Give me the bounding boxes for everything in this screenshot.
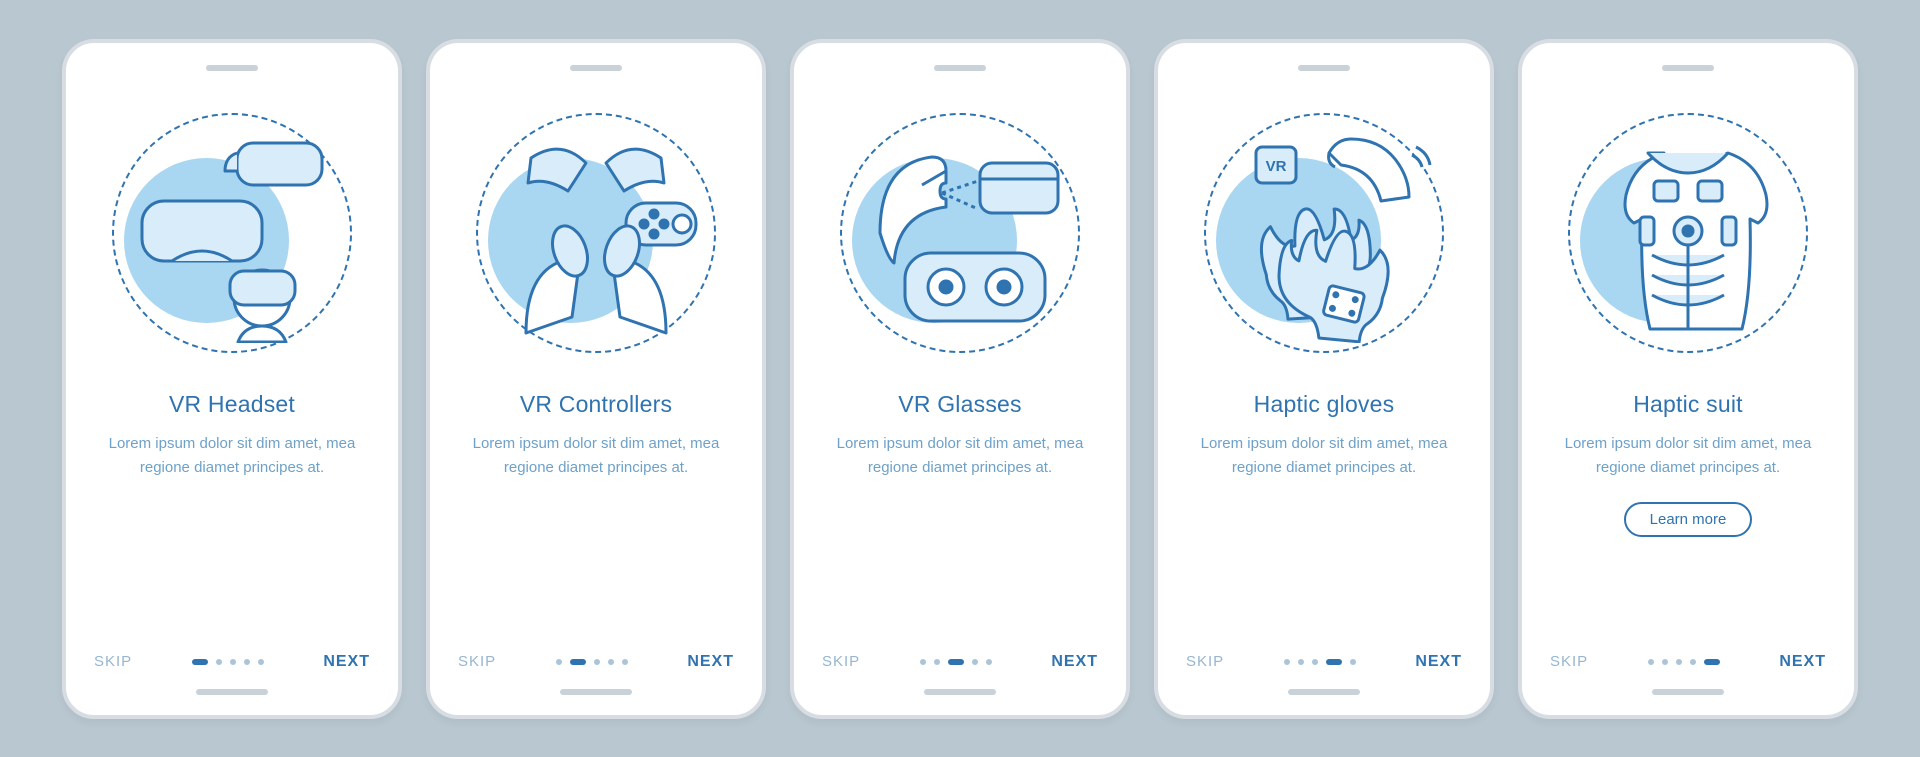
screen-description: Lorem ipsum dolor sit dim amet, mea regi… — [94, 432, 370, 480]
screen-title: VR Glasses — [898, 391, 1021, 418]
onboarding-screen-vr-controllers: VR Controllers Lorem ipsum dolor sit dim… — [426, 39, 766, 719]
onboarding-footer: SKIP NEXT — [822, 653, 1098, 671]
vr-headset-icon — [102, 103, 362, 363]
onboarding-footer: SKIP NEXT — [1186, 653, 1462, 671]
next-button[interactable]: NEXT — [323, 653, 370, 671]
haptic-suit-icon — [1558, 103, 1818, 363]
onboarding-footer: SKIP NEXT — [94, 653, 370, 671]
onboarding-footer: SKIP NEXT — [1550, 653, 1826, 671]
pagination-dots[interactable] — [1648, 659, 1720, 665]
screen-description: Lorem ipsum dolor sit dim amet, mea regi… — [1550, 432, 1826, 480]
screen-title: VR Controllers — [520, 391, 672, 418]
pagination-dots[interactable] — [1284, 659, 1356, 665]
screen-title: VR Headset — [169, 391, 295, 418]
phone-home-indicator — [196, 689, 268, 695]
skip-button[interactable]: SKIP — [1186, 653, 1224, 670]
skip-button[interactable]: SKIP — [94, 653, 132, 670]
pagination-dots[interactable] — [192, 659, 264, 665]
vr-controllers-icon — [466, 103, 726, 363]
phone-speaker — [1298, 65, 1350, 71]
skip-button[interactable]: SKIP — [1550, 653, 1588, 670]
learn-more-button[interactable]: Learn more — [1624, 502, 1753, 537]
skip-button[interactable]: SKIP — [458, 653, 496, 670]
next-button[interactable]: NEXT — [687, 653, 734, 671]
phone-home-indicator — [560, 689, 632, 695]
next-button[interactable]: NEXT — [1779, 653, 1826, 671]
onboarding-footer: SKIP NEXT — [458, 653, 734, 671]
skip-button[interactable]: SKIP — [822, 653, 860, 670]
vr-glasses-icon — [830, 103, 1090, 363]
svg-text:VR: VR — [1266, 158, 1287, 175]
onboarding-screen-vr-glasses: VR Glasses Lorem ipsum dolor sit dim ame… — [790, 39, 1130, 719]
screen-description: Lorem ipsum dolor sit dim amet, mea regi… — [458, 432, 734, 480]
haptic-gloves-icon: VR — [1194, 103, 1454, 363]
phone-speaker — [934, 65, 986, 71]
screen-title: Haptic suit — [1633, 391, 1743, 418]
phone-speaker — [570, 65, 622, 71]
phone-home-indicator — [924, 689, 996, 695]
phone-home-indicator — [1652, 689, 1724, 695]
onboarding-screen-haptic-gloves: VR Haptic gloves Lore — [1154, 39, 1494, 719]
pagination-dots[interactable] — [556, 659, 628, 665]
phone-home-indicator — [1288, 689, 1360, 695]
onboarding-screen-vr-headset: VR Headset Lorem ipsum dolor sit dim ame… — [62, 39, 402, 719]
screen-title: Haptic gloves — [1254, 391, 1395, 418]
onboarding-screen-haptic-suit: Haptic suit Lorem ipsum dolor sit dim am… — [1518, 39, 1858, 719]
next-button[interactable]: NEXT — [1051, 653, 1098, 671]
screen-description: Lorem ipsum dolor sit dim amet, mea regi… — [822, 432, 1098, 480]
phone-speaker — [1662, 65, 1714, 71]
next-button[interactable]: NEXT — [1415, 653, 1462, 671]
screen-description: Lorem ipsum dolor sit dim amet, mea regi… — [1186, 432, 1462, 480]
pagination-dots[interactable] — [920, 659, 992, 665]
phone-speaker — [206, 65, 258, 71]
